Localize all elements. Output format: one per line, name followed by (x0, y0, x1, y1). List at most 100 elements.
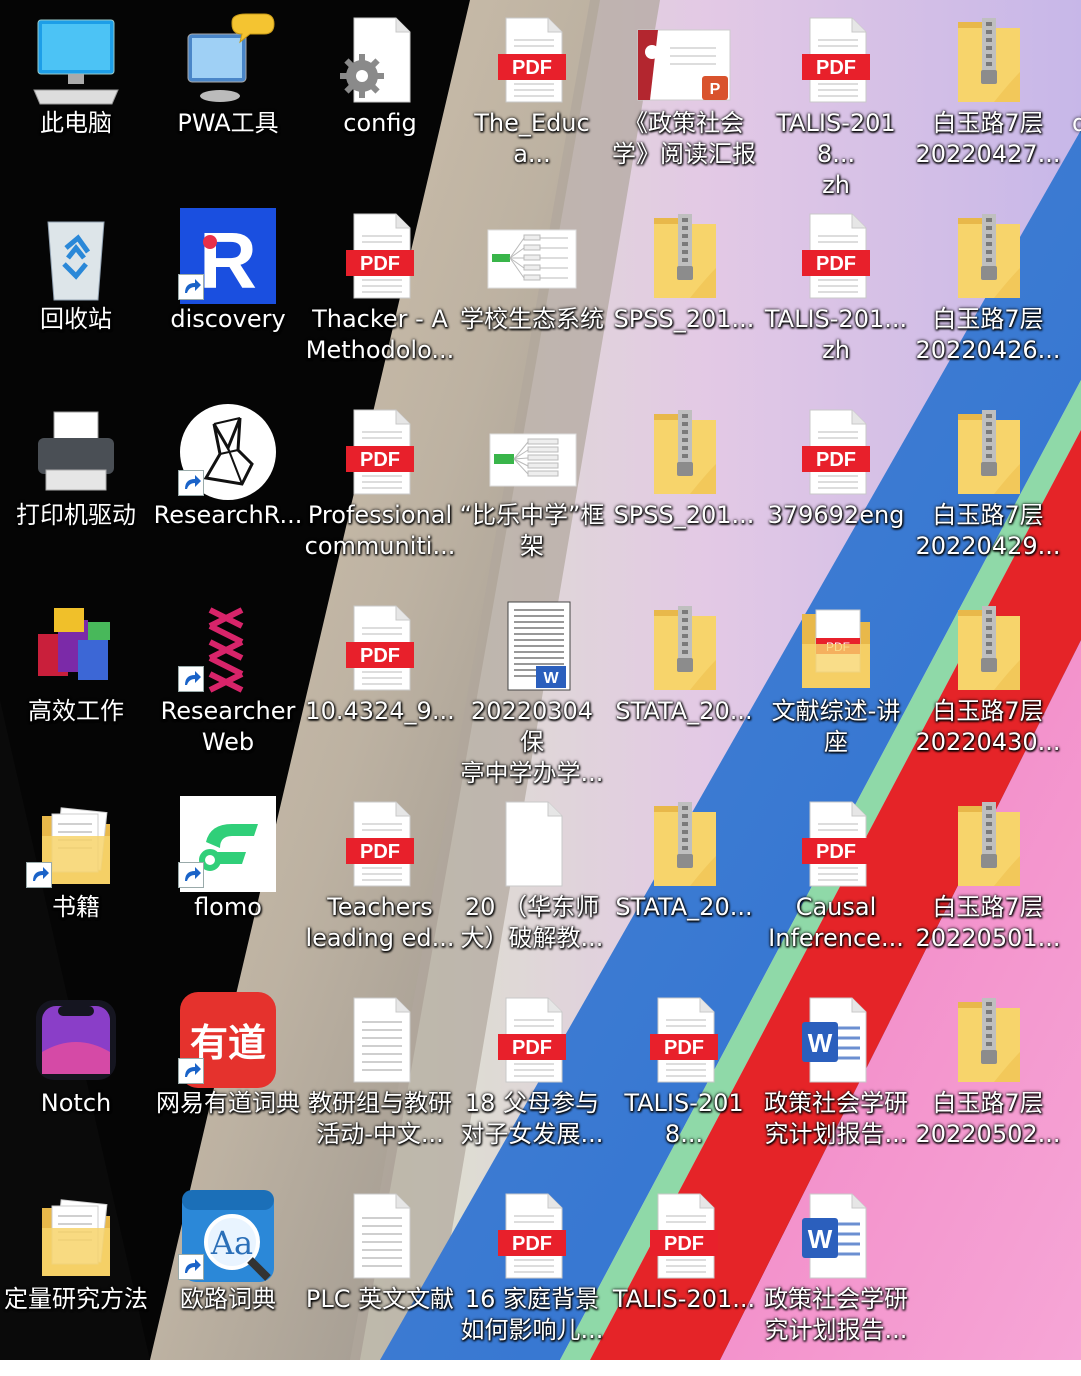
desktop-icon-mindmap2[interactable]: “比乐中学”框 架 (456, 396, 608, 592)
desktop-icon-pdf[interactable]: PDF 379692eng (760, 396, 912, 592)
shortcut-arrow-icon (178, 470, 204, 496)
svg-text:PDF: PDF (360, 253, 400, 275)
pdf-icon: PDF (484, 12, 580, 108)
desktop-icon-label: Notch (40, 1089, 112, 1117)
desktop-icon-label: 《政策社会 学》阅读汇报 (612, 109, 756, 168)
desktop-icon-pdf[interactable]: PDF 16 家庭背景 如何影响儿... (456, 1180, 608, 1376)
desktop-icon-zip[interactable]: 白玉路7层 20220502... (912, 984, 1064, 1180)
desktop-icon-config[interactable]: config (304, 4, 456, 200)
recycle-icon (28, 208, 124, 304)
desktop-icon-zip[interactable]: STATA_20... (608, 788, 760, 984)
winrar-icon (28, 600, 124, 696)
desktop-icon-app-rabbit[interactable]: ResearchR... (152, 396, 304, 592)
desktop-icon-pdf[interactable]: PDF 18 父母参与 对子女发展... (456, 984, 608, 1180)
desktop-icon-label: 定量研究方法 (4, 1285, 148, 1313)
desktop-icon-zip[interactable]: SPSS_201... (608, 200, 760, 396)
desktop-icon-folder-pdf[interactable]: PDF 文献综述-讲 座 (760, 592, 912, 788)
svg-text:PDF: PDF (360, 449, 400, 471)
desktop-icon-word[interactable]: W 政策社会学研 究计划报告... (760, 1180, 912, 1376)
desktop-icon-pdf[interactable]: PDF Thacker - A Methodolo... (304, 200, 456, 396)
zip-icon (636, 404, 732, 500)
folder-pdf-icon: PDF (788, 600, 884, 696)
desktop-icon-label: 回收站 (40, 305, 112, 333)
svg-text:W: W (808, 1224, 833, 1254)
desktop-icon-zip[interactable]: STATA_20... (608, 592, 760, 788)
desktop-icon-label: 政策社会学研 究计划报告... (764, 1285, 908, 1344)
desktop-icon-ppt-thumb[interactable]: P 《政策社会 学》阅读汇报 (608, 4, 760, 200)
shortcut-arrow-icon (178, 1254, 204, 1280)
svg-text:PDF: PDF (816, 841, 856, 863)
desktop-icon-mindmap[interactable]: 学校生态系统 (456, 200, 608, 396)
pdf-icon: PDF (788, 12, 884, 108)
desktop-icon-pdf[interactable]: PDF TALIS-201... zh (760, 200, 912, 396)
svg-text:R: R (199, 216, 257, 304)
desktop-icon-notch[interactable]: Notch (0, 984, 152, 1180)
desktop-icon-word-thumb[interactable]: W 20220304 保 亭中学办学... (456, 592, 608, 788)
desktop-icon-label: 欧路词典 (180, 1285, 276, 1313)
desktop-icon-pdf[interactable]: PDF The_Educa... (456, 4, 608, 200)
desktop-icon-pdf[interactable]: PDF TALIS-201... (608, 1180, 760, 1376)
desktop-icon-app-youdao[interactable]: 有道 网易有道词典 (152, 984, 304, 1180)
desktop-icon-pdf[interactable]: PDF Professional communiti... (304, 396, 456, 592)
desktop-icon-zip[interactable]: 白玉路7层 20220430... (912, 592, 1064, 788)
desktop-icon-label: 20220304 保 亭中学办学... (460, 697, 604, 787)
desktop-icon-zip[interactable]: 白玉路7层 20220426... (912, 200, 1064, 396)
desktop-icon-blank-file[interactable]: 20 （华东师 大）破解教... (456, 788, 608, 984)
desktop-icon-pwa[interactable]: PWA工具 (152, 4, 304, 200)
desktop-icon-doc-blank[interactable]: 教研组与教研 活动-中文... (304, 984, 456, 1180)
desktop-icon-label: config (343, 109, 417, 137)
desktop-icon-label: discovery (170, 305, 286, 333)
svg-text:PDF: PDF (664, 1037, 704, 1059)
mindmap2-icon (484, 404, 580, 500)
blank-file-icon (484, 796, 580, 892)
desktop-icon-zip[interactable]: 白玉路7层 20220427... (912, 4, 1064, 200)
zip-icon (940, 404, 1036, 500)
doc-blank-icon (332, 1188, 428, 1284)
desktop-icon-label: “比乐中学”框 架 (459, 501, 605, 560)
desktop-icon-pdf[interactable]: PDF TALIS-2018... (608, 984, 760, 1180)
desktop-icon-folder-docs[interactable]: 书籍 (0, 788, 152, 984)
desktop-icon-app-r[interactable]: R discovery (152, 200, 304, 396)
desktop-icon-pdf[interactable]: PDF Teachers leading ed... (304, 788, 456, 984)
desktop-icon-pdf[interactable]: PDF 10.4324_9... (304, 592, 456, 788)
desktop-icon-label: TALIS-2018... (624, 1089, 744, 1148)
desktop-icon-winrar[interactable]: 高效工作 (0, 592, 152, 788)
desktop-icon-folder-docs[interactable]: 定量研究方法 (0, 1180, 152, 1376)
word-icon: W (788, 992, 884, 1088)
desktop-icon-zip[interactable]: 白玉路7层 20220429... (912, 396, 1064, 592)
desktop-icon-label: 白玉路7层 20220501... (915, 893, 1061, 952)
svg-text:PDF: PDF (512, 57, 552, 79)
desktop-icon-label: Teachers leading ed... (305, 893, 455, 952)
desktop-icon-label: 打印机驱动 (16, 501, 136, 529)
word-icon: W (788, 1188, 884, 1284)
pdf-icon: PDF (332, 404, 428, 500)
desktop-icon-word[interactable]: W 政策社会学研 究计划报告... (760, 984, 912, 1180)
desktop-icon-doc-blank[interactable]: PLC 英文文献 (304, 1180, 456, 1376)
desktop-icon-printer[interactable]: 打印机驱动 (0, 396, 152, 592)
desktop-icon-label: 白玉路7层 20220430... (915, 697, 1061, 756)
desktop-icon-label: 379692eng (767, 501, 905, 529)
pdf-icon: PDF (332, 600, 428, 696)
desktop-icon-label: SPSS_201... (613, 501, 755, 529)
desktop-icon-label: Causal Inference... (768, 893, 904, 952)
desktop-icon-label: 20 （华东师 大）破解教... (460, 893, 604, 952)
desktop-icon-zip[interactable]: SPSS_201... (608, 396, 760, 592)
desktop-icon-app-researcher[interactable]: Researcher Web (152, 592, 304, 788)
desktop-icon-label: 18 父母参与 对子女发展... (460, 1089, 604, 1148)
partial-icon-label[interactable]: d (1072, 108, 1081, 139)
zip-icon (940, 600, 1036, 696)
svg-text:PDF: PDF (664, 1233, 704, 1255)
pdf-icon: PDF (788, 404, 884, 500)
svg-text:PDF: PDF (816, 57, 856, 79)
svg-text:PDF: PDF (360, 841, 400, 863)
desktop-icon-app-eudic[interactable]: Aa 欧路词典 (152, 1180, 304, 1376)
desktop-icon-computer[interactable]: 此电脑 (0, 4, 152, 200)
desktop-icon-label: 政策社会学研 究计划报告... (764, 1089, 908, 1148)
desktop-icon-label: ResearchR... (153, 501, 303, 529)
desktop-icon-recycle[interactable]: 回收站 (0, 200, 152, 396)
desktop-icon-zip[interactable]: 白玉路7层 20220501... (912, 788, 1064, 984)
desktop-icon-app-flomo[interactable]: flomo (152, 788, 304, 984)
desktop-icon-pdf[interactable]: PDF Causal Inference... (760, 788, 912, 984)
desktop-icon-label: 学校生态系统 (460, 305, 604, 333)
desktop-icon-pdf[interactable]: PDF TALIS-2018... zh (760, 4, 912, 200)
